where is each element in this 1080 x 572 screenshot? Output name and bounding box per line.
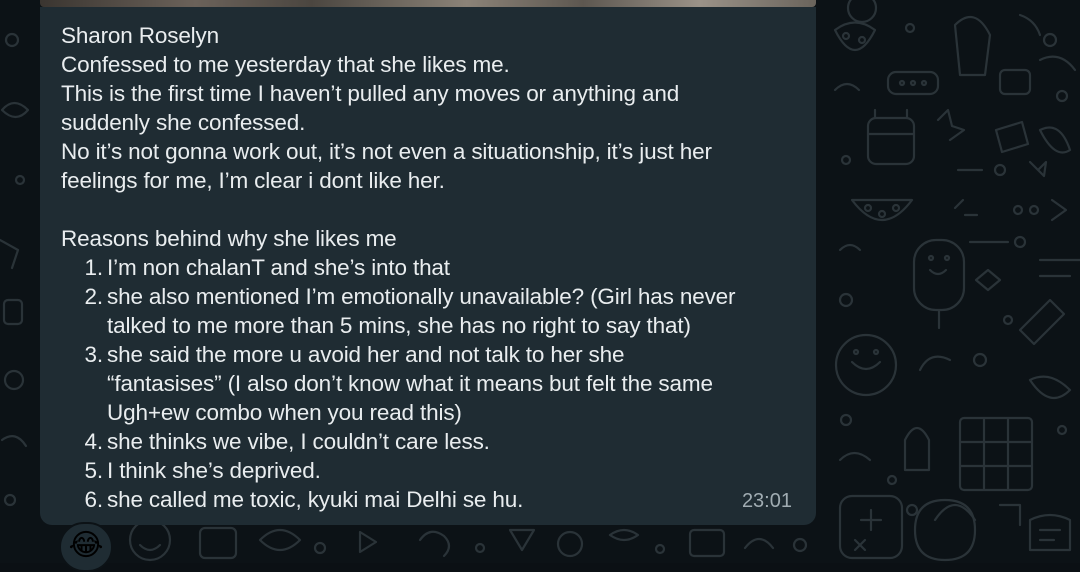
message-line: No it’s not gonna work out, it’s not eve…	[61, 139, 712, 164]
list-line: I’m non chalanT and she’s into that	[107, 255, 450, 280]
reasons-heading: Reasons behind why she likes me	[61, 226, 397, 251]
message-bubble[interactable]: Sharon Roselyn Confessed to me yesterday…	[40, 7, 816, 525]
list-line: she thinks we vibe, I couldn’t care less…	[107, 429, 490, 454]
list-number: 1.	[84, 255, 104, 280]
list-line: I think she’s deprived.	[107, 458, 321, 483]
message-timestamp: 23:01	[741, 490, 792, 512]
message-line: feelings for me, I’m clear i dont like h…	[61, 168, 445, 193]
list-line: Ugh+ew combo when you read this)	[107, 400, 462, 425]
list-number: 6.	[84, 487, 104, 512]
reaction-emoji-icon[interactable]: 😂	[59, 522, 113, 572]
sender-name: Sharon Roselyn	[61, 23, 219, 48]
list-text: she called me toxic, kyuki mai Delhi se …	[107, 485, 523, 514]
list-line: “fantasises” (I also don’t know what it …	[107, 371, 713, 396]
list-line: she said the more u avoid her and not ta…	[107, 342, 625, 367]
list-number: 4.	[84, 429, 104, 454]
list-item: 2. she also mentioned I’m emotionally un…	[61, 282, 776, 340]
list-number: 3.	[84, 342, 104, 367]
list-item: 1. I’m non chalanT and she’s into that	[61, 253, 776, 282]
list-item: 5. I think she’s deprived.	[61, 456, 776, 485]
message-line: This is the first time I haven’t pulled …	[61, 81, 680, 106]
list-item: 3. she said the more u avoid her and not…	[61, 340, 776, 427]
list-item: 6. she called me toxic, kyuki mai Delhi …	[61, 485, 776, 514]
message-line: suddenly she confessed.	[61, 110, 306, 135]
list-text: she also mentioned I’m emotionally unava…	[107, 282, 736, 340]
list-text: I’m non chalanT and she’s into that	[107, 253, 450, 282]
list-line: talked to me more than 5 mins, she has n…	[107, 313, 691, 338]
image-attachment-edge[interactable]	[40, 0, 816, 7]
list-text: she said the more u avoid her and not ta…	[107, 340, 713, 427]
list-number: 5.	[84, 458, 104, 483]
reasons-list: 1. I’m non chalanT and she’s into that 2…	[61, 253, 776, 514]
list-text: she thinks we vibe, I couldn’t care less…	[107, 427, 490, 456]
list-line: she also mentioned I’m emotionally unava…	[107, 284, 736, 309]
list-text: I think she’s deprived.	[107, 456, 321, 485]
list-line: she called me toxic, kyuki mai Delhi se …	[107, 487, 524, 512]
list-item: 4. she thinks we vibe, I couldn’t care l…	[61, 427, 776, 456]
list-number: 2.	[84, 284, 104, 309]
message-line: Confessed to me yesterday that she likes…	[61, 52, 510, 77]
